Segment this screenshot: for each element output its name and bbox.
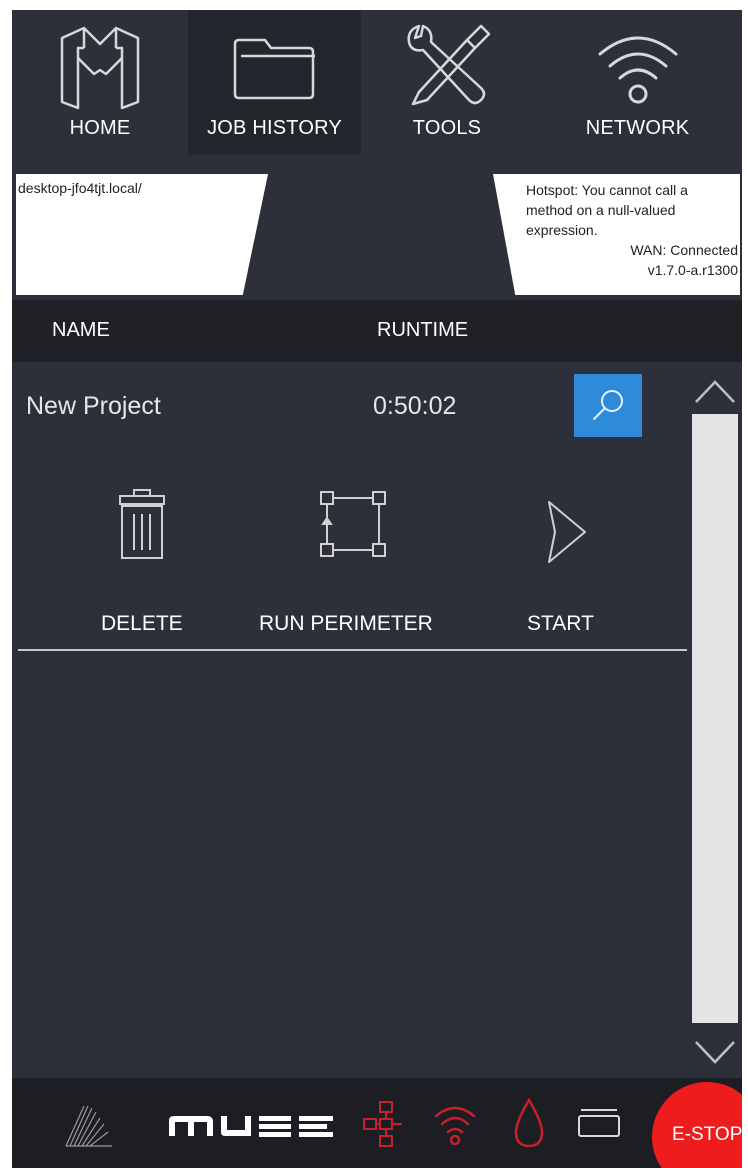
host-panel: desktop-jfo4tjt.local/: [16, 174, 268, 295]
tab-home-label: HOME: [69, 117, 131, 139]
trash-icon: [119, 489, 165, 559]
tab-job-history-label: JOB HISTORY: [207, 117, 342, 139]
chevron-down-icon: [695, 1041, 735, 1064]
run-perimeter-label[interactable]: RUN PERIMETER: [259, 612, 433, 636]
version-label: v1.7.0-a.r1300: [647, 262, 738, 278]
scrollbar-track[interactable]: [692, 414, 738, 1023]
wifi-status-icon[interactable]: [432, 1100, 478, 1151]
magnifier-icon: [593, 389, 623, 420]
column-header-name: NAME: [52, 319, 110, 341]
table-header: NAME RUNTIME: [12, 300, 742, 362]
tab-tools[interactable]: TOOLS: [361, 10, 533, 155]
scroll-down-button[interactable]: [692, 1038, 738, 1073]
column-header-runtime: RUNTIME: [377, 319, 469, 341]
tab-tools-label: TOOLS: [412, 117, 482, 139]
preview-button[interactable]: [574, 374, 642, 437]
start-button[interactable]: [545, 500, 587, 564]
connection-panel: Hotspot: You cannot call a method on a n…: [493, 174, 740, 295]
app-window: HOME JOB HISTORY TOOLS NETWORK desktop-j…: [12, 10, 742, 1168]
chevron-up-icon: [695, 380, 735, 403]
host-address: desktop-jfo4tjt.local/: [18, 180, 142, 196]
fan-logo-icon: [60, 1102, 116, 1155]
tab-network-label: NETWORK: [585, 117, 690, 139]
delete-button[interactable]: [116, 488, 168, 564]
hotspot-message-line-3: expression.: [526, 222, 598, 238]
status-band: desktop-jfo4tjt.local/ Hotspot: You cann…: [12, 155, 742, 300]
chevron-right-icon: [548, 501, 586, 563]
delete-label[interactable]: DELETE: [101, 612, 183, 636]
bottom-bar: E-STOP: [12, 1078, 742, 1168]
emergency-stop-button[interactable]: E-STOP: [652, 1082, 742, 1168]
home-icon: [60, 26, 140, 110]
tab-job-history[interactable]: JOB HISTORY: [188, 10, 361, 155]
top-nav: HOME JOB HISTORY TOOLS NETWORK: [12, 10, 742, 155]
scroll-up-button[interactable]: [692, 376, 738, 411]
row-divider: [18, 649, 687, 651]
run-perimeter-button[interactable]: [317, 488, 389, 560]
network-status-icon[interactable]: [362, 1100, 406, 1153]
job-runtime: 0:50:02: [373, 392, 457, 420]
hotspot-message-line-1: Hotspot: You cannot call a: [526, 182, 688, 198]
estop-label: E-STOP: [672, 1124, 742, 1145]
muse-wordmark-icon: [169, 1116, 333, 1137]
perimeter-icon: [320, 491, 386, 557]
wifi-icon: [598, 36, 677, 104]
tools-icon: [407, 24, 491, 106]
job-name: New Project: [26, 392, 161, 420]
tab-network[interactable]: NETWORK: [533, 10, 742, 155]
tab-home[interactable]: HOME: [12, 10, 188, 155]
start-label[interactable]: START: [527, 612, 594, 636]
fluid-status-icon[interactable]: [514, 1097, 544, 1155]
tray-status-icon[interactable]: [577, 1108, 621, 1143]
folder-icon: [233, 38, 315, 100]
brand-logo: [167, 1112, 337, 1145]
hotspot-message-line-2: method on a null-valued: [526, 202, 676, 218]
wan-status: WAN: Connected: [630, 242, 738, 258]
